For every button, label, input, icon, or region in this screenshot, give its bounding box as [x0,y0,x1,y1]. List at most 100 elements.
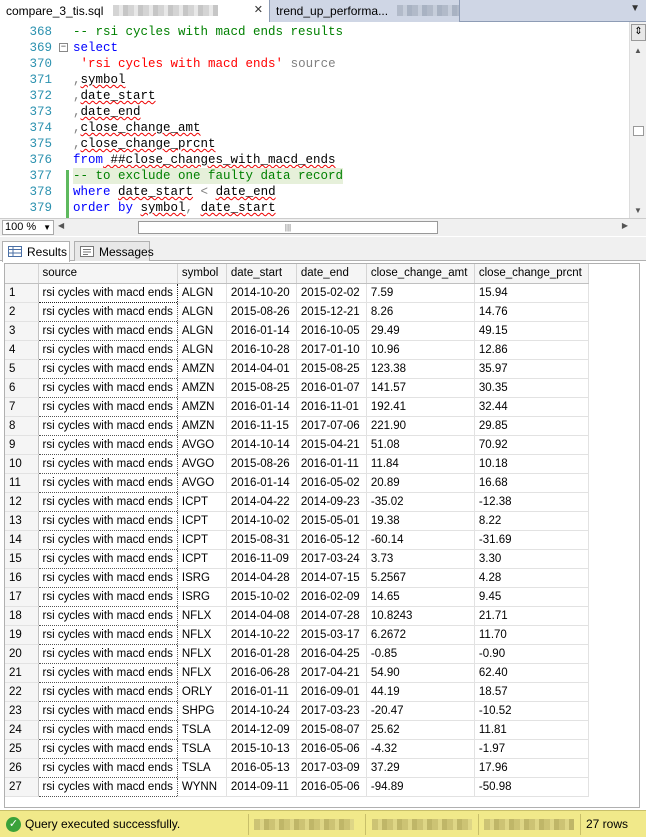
cell-close-change-amt[interactable]: 221.90 [366,416,475,436]
row-number[interactable]: 15 [5,549,39,569]
cell-source[interactable]: rsi cycles with macd ends [37,700,178,721]
cell-close-change-prcnt[interactable]: 17.96 [474,758,589,778]
table-row[interactable]: 2 rsi cycles with macd ends ALGN 2015-08-26… [5,301,589,322]
code-line[interactable]: 371 ,symbol [0,72,628,88]
table-row[interactable]: 4 rsi cycles with macd ends ALGN 2016-10-28… [5,339,589,360]
cell-date-start[interactable]: 2016-01-28 [226,644,297,664]
cell-close-change-amt[interactable]: 20.89 [366,473,475,493]
cell-symbol[interactable]: AVGO [177,435,227,455]
cell-symbol[interactable]: AMZN [177,397,227,417]
cell-close-change-prcnt[interactable]: 10.18 [474,454,589,474]
cell-date-start[interactable]: 2016-01-14 [226,397,297,417]
cell-symbol[interactable]: TSLA [177,758,227,778]
cell-close-change-amt[interactable]: -0.85 [366,644,475,664]
row-number[interactable]: 24 [5,720,39,740]
cell-date-start[interactable]: 2015-10-02 [226,587,297,607]
cell-date-end[interactable]: 2017-04-21 [296,663,367,683]
row-number[interactable]: 2 [5,302,39,322]
row-number[interactable]: 7 [5,397,39,417]
scroll-thumb[interactable] [633,126,644,136]
editor-horizontal-scrollbar[interactable]: ◀ ||| ▶ [58,221,628,234]
code-line[interactable]: 376 from ##close_changes_with_macd_ends [0,152,628,168]
cell-source[interactable]: rsi cycles with macd ends [37,605,178,626]
cell-symbol[interactable]: ICPT [177,549,227,569]
code-line[interactable]: 369− select [0,40,628,56]
cell-close-change-amt[interactable]: 29.49 [366,321,475,341]
cell-close-change-amt[interactable]: 192.41 [366,397,475,417]
cell-close-change-amt[interactable]: 25.62 [366,720,475,740]
code-line[interactable]: 378 where date_start < date_end [0,184,628,200]
table-row[interactable]: 16 rsi cycles with macd ends ISRG 2014-04-2… [5,567,589,588]
cell-source[interactable]: rsi cycles with macd ends [37,301,178,322]
cell-date-start[interactable]: 2014-10-02 [226,511,297,531]
cell-date-start[interactable]: 2016-01-11 [226,682,297,702]
cell-date-start[interactable]: 2016-10-28 [226,340,297,360]
row-number[interactable]: 1 [5,283,39,303]
cell-close-change-amt[interactable]: 44.19 [366,682,475,702]
cell-close-change-amt[interactable]: 8.26 [366,302,475,322]
cell-symbol[interactable]: TSLA [177,720,227,740]
table-row[interactable]: 21 rsi cycles with macd ends NFLX 2016-06-2… [5,662,589,683]
cell-close-change-amt[interactable]: 19.38 [366,511,475,531]
row-number[interactable]: 27 [5,777,39,797]
cell-source[interactable]: rsi cycles with macd ends [37,491,178,512]
cell-date-end[interactable]: 2017-03-23 [296,701,367,721]
table-row[interactable]: 12 rsi cycles with macd ends ICPT 2014-04-2… [5,491,589,512]
cell-close-change-amt[interactable]: 6.2672 [366,625,475,645]
table-row[interactable]: 23 rsi cycles with macd ends SHPG 2014-10-2… [5,700,589,721]
row-number[interactable]: 5 [5,359,39,379]
row-number[interactable]: 9 [5,435,39,455]
column-header-close-change-prcnt[interactable]: close_change_prcnt [474,264,589,284]
cell-date-start[interactable]: 2014-04-08 [226,606,297,626]
cell-date-start[interactable]: 2016-01-14 [226,321,297,341]
cell-date-start[interactable]: 2016-11-15 [226,416,297,436]
scroll-down-icon[interactable]: ▼ [634,206,642,215]
cell-date-start[interactable]: 2016-06-28 [226,663,297,683]
cell-close-change-amt[interactable]: 10.96 [366,340,475,360]
cell-date-end[interactable]: 2015-04-21 [296,435,367,455]
cell-symbol[interactable]: ALGN [177,321,227,341]
cell-date-end[interactable]: 2015-08-07 [296,720,367,740]
cell-source[interactable]: rsi cycles with macd ends [37,510,178,531]
cell-close-change-prcnt[interactable]: 49.15 [474,321,589,341]
column-header-source[interactable]: source [38,264,178,284]
editor-vertical-scrollbar[interactable]: ⇕ ▲ ▼ [629,22,646,218]
cell-date-start[interactable]: 2015-08-31 [226,530,297,550]
cell-close-change-prcnt[interactable]: 3.30 [474,549,589,569]
table-row[interactable]: 24 rsi cycles with macd ends TSLA 2014-12-0… [5,719,589,740]
cell-symbol[interactable]: NFLX [177,644,227,664]
cell-symbol[interactable]: ISRG [177,587,227,607]
results-grid[interactable]: source symbol date_start date_end close_… [4,263,640,808]
cell-symbol[interactable]: SHPG [177,701,227,721]
cell-date-end[interactable]: 2016-01-11 [296,454,367,474]
cell-source[interactable]: rsi cycles with macd ends [37,567,178,588]
row-number[interactable]: 16 [5,568,39,588]
cell-symbol[interactable]: ALGN [177,302,227,322]
row-number[interactable]: 11 [5,473,39,493]
chevron-down-icon[interactable]: ▼ [630,3,640,14]
scroll-up-icon[interactable]: ▲ [634,46,642,55]
table-row[interactable]: 15 rsi cycles with macd ends ICPT 2016-11-0… [5,548,589,569]
cell-close-change-amt[interactable]: -20.47 [366,701,475,721]
cell-date-end[interactable]: 2014-07-28 [296,606,367,626]
cell-close-change-amt[interactable]: 54.90 [366,663,475,683]
cell-date-end[interactable]: 2015-03-17 [296,625,367,645]
cell-source[interactable]: rsi cycles with macd ends [37,339,178,360]
cell-close-change-prcnt[interactable]: 35.97 [474,359,589,379]
cell-date-end[interactable]: 2016-02-09 [296,587,367,607]
table-row[interactable]: 25 rsi cycles with macd ends TSLA 2015-10-1… [5,738,589,759]
code-line[interactable]: 372 ,date_start [0,88,628,104]
cell-close-change-amt[interactable]: 5.2567 [366,568,475,588]
table-row[interactable]: 10 rsi cycles with macd ends AVGO 2015-08-2… [5,453,589,474]
cell-close-change-amt[interactable]: 37.29 [366,758,475,778]
column-header-close-change-amt[interactable]: close_change_amt [366,264,475,284]
cell-date-start[interactable]: 2016-05-13 [226,758,297,778]
cell-close-change-amt[interactable]: 123.38 [366,359,475,379]
row-number[interactable]: 13 [5,511,39,531]
cell-date-end[interactable]: 2014-09-23 [296,492,367,512]
cell-symbol[interactable]: NFLX [177,625,227,645]
cell-symbol[interactable]: WYNN [177,777,227,797]
cell-source[interactable]: rsi cycles with macd ends [37,586,178,607]
cell-close-change-prcnt[interactable]: -12.38 [474,492,589,512]
cell-symbol[interactable]: TSLA [177,739,227,759]
